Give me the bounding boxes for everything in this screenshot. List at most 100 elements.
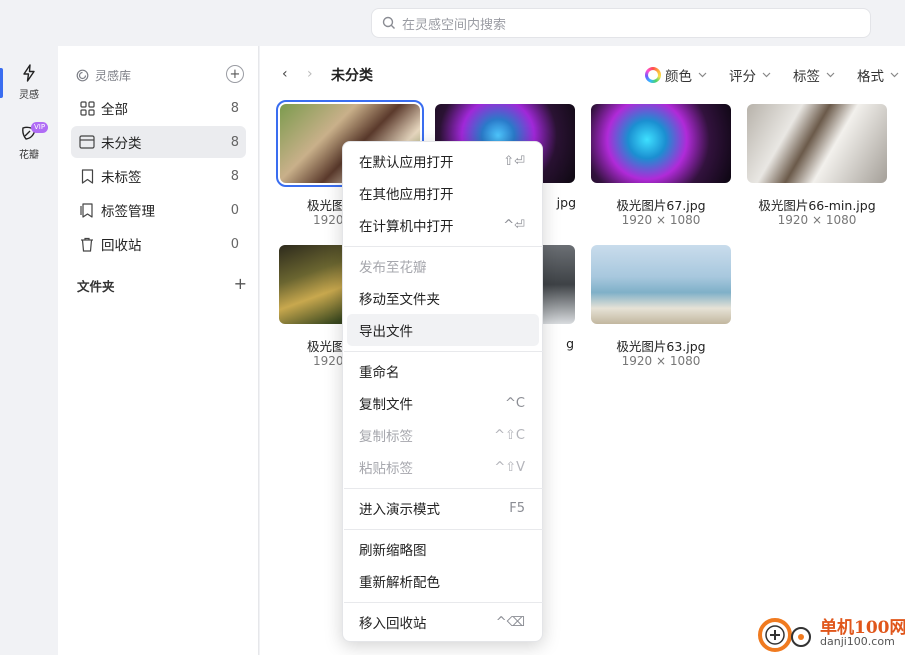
menu-divider (344, 351, 543, 352)
grid-icon (79, 100, 95, 116)
danji-logo-icon (758, 618, 811, 652)
back-arrow-icon[interactable]: ‹ (282, 66, 288, 82)
chevron-down-icon (698, 72, 707, 78)
menu-item-label: 进入演示模式 (359, 502, 440, 518)
left-rail: 灵感 VIP 花瓣 (0, 46, 58, 655)
menu-paste-tags: 粘贴标签 ^⇧V (347, 451, 539, 483)
image-thumbnail[interactable] (591, 245, 731, 324)
menu-refresh-thumbnail[interactable]: 刷新缩略图 (347, 533, 539, 565)
sidebar-item-label: 标签管理 (101, 204, 155, 220)
watermark-url: danji100.com (820, 635, 895, 648)
filter-rating-label: 评分 (729, 69, 756, 85)
sidebar-item-tag-manage[interactable]: 标签管理 0 (71, 194, 246, 226)
lightning-icon (23, 64, 35, 82)
filter-format[interactable]: 格式 (857, 65, 899, 85)
sidebar-item-untagged[interactable]: 未标签 8 (71, 160, 246, 192)
sidebar-item-label: 未分类 (101, 136, 142, 152)
sidebar-item-trash[interactable]: 回收站 0 (71, 228, 246, 260)
menu-item-label: 发布至花瓣 (359, 260, 427, 276)
library-icon (76, 69, 89, 81)
image-name: 极光图片67.jpg (616, 198, 706, 213)
menu-item-label: 移动至文件夹 (359, 292, 440, 308)
menu-item-label: 粘贴标签 (359, 461, 413, 477)
menu-export-file[interactable]: 导出文件 (347, 314, 539, 346)
add-library-button[interactable]: + (226, 65, 244, 83)
sidebar-item-count: 0 (230, 236, 239, 252)
filter-rating[interactable]: 评分 (729, 65, 771, 85)
image-name: 极光图片63.jpg (616, 339, 706, 354)
image-name: 极光图片66-min.jpg (758, 198, 876, 213)
sidebar-item-label: 回收站 (101, 238, 142, 254)
menu-item-label: 在计算机中打开 (359, 219, 454, 235)
menu-item-label: 复制标签 (359, 429, 413, 445)
folder-tray-icon (79, 134, 95, 150)
image-thumbnail[interactable] (591, 104, 731, 183)
sidebar-item-uncategorized[interactable]: 未分类 8 (71, 126, 246, 158)
image-size: 1920 × 1080 (777, 213, 857, 227)
folder-section-header: 文件夹 + (77, 274, 247, 295)
menu-item-shortcut: F5 (509, 500, 525, 516)
forward-arrow-icon[interactable]: › (307, 66, 313, 82)
menu-divider (344, 602, 543, 603)
menu-item-label: 在其他应用打开 (359, 187, 454, 203)
bookmark-icon (79, 168, 95, 184)
rail-item-inspiration[interactable]: 灵感 (0, 64, 58, 101)
chevron-down-icon (762, 72, 771, 78)
menu-divider (344, 529, 543, 530)
sidebar-item-count: 8 (230, 134, 239, 150)
menu-item-shortcut: ^C (505, 395, 525, 411)
menu-item-label: 导出文件 (359, 324, 413, 340)
search-input[interactable]: 在灵感空间内搜索 (371, 8, 871, 38)
sidebar-item-count: 0 (230, 202, 239, 218)
rail-label-inspiration: 灵感 (19, 90, 39, 101)
tag-manage-icon (79, 202, 95, 218)
image-size: 1920 × 1080 (621, 213, 701, 227)
top-bar: 在灵感空间内搜索 (0, 0, 905, 46)
menu-rename[interactable]: 重命名 (347, 355, 539, 387)
sidebar: 灵感库 + 全部 8 未分类 8 未标签 8 标签管理 0 回收站 0 文件夹 … (58, 46, 259, 655)
rail-item-petal[interactable]: VIP 花瓣 (0, 122, 58, 161)
menu-item-label: 重命名 (359, 365, 400, 381)
menu-copy-file[interactable]: 复制文件 ^C (347, 387, 539, 419)
library-title: 灵感库 (95, 68, 132, 83)
add-folder-button[interactable]: + (234, 274, 247, 293)
context-menu: 在默认应用打开 ⇧⏎ 在其他应用打开 在计算机中打开 ^⏎ 发布至花瓣 移动至文… (342, 141, 543, 642)
filter-tags[interactable]: 标签 (793, 65, 835, 85)
filter-color[interactable]: 颜色 (645, 65, 707, 85)
menu-reparse-colors[interactable]: 重新解析配色 (347, 565, 539, 597)
menu-open-default-app[interactable]: 在默认应用打开 ⇧⏎ (347, 145, 539, 177)
filter-color-label: 颜色 (665, 69, 692, 85)
menu-item-shortcut: ^⌫ (495, 614, 525, 630)
image-thumbnail[interactable] (747, 104, 887, 183)
sidebar-item-all[interactable]: 全部 8 (71, 92, 246, 124)
menu-item-label: 刷新缩略图 (359, 543, 427, 559)
menu-item-shortcut: ⇧⏎ (503, 153, 525, 169)
menu-open-other-app[interactable]: 在其他应用打开 (347, 177, 539, 209)
menu-copy-tags: 复制标签 ^⇧C (347, 419, 539, 451)
menu-item-label: 在默认应用打开 (359, 155, 454, 171)
search-icon (382, 16, 395, 29)
filter-format-label: 格式 (857, 69, 884, 85)
rail-label-petal: 花瓣 (19, 150, 39, 161)
menu-move-to-folder[interactable]: 移动至文件夹 (347, 282, 539, 314)
breadcrumb: 未分类 (331, 68, 373, 84)
sidebar-item-count: 8 (230, 100, 239, 116)
menu-open-in-computer[interactable]: 在计算机中打开 ^⏎ (347, 209, 539, 241)
menu-publish-to-petal: 发布至花瓣 (347, 250, 539, 282)
menu-item-label: 复制文件 (359, 397, 413, 413)
vip-badge: VIP (31, 122, 49, 133)
menu-item-shortcut: ^⇧C (494, 427, 525, 443)
menu-item-label: 移入回收站 (359, 616, 427, 632)
watermark-logo: 单机100网 danji100.com (757, 611, 905, 655)
sidebar-item-count: 8 (230, 168, 239, 184)
trash-icon (79, 236, 95, 252)
menu-presentation-mode[interactable]: 进入演示模式 F5 (347, 492, 539, 524)
menu-item-shortcut: ^⇧V (494, 459, 525, 475)
folder-title: 文件夹 (77, 279, 115, 294)
sidebar-item-label: 未标签 (101, 170, 142, 186)
chevron-down-icon (826, 72, 835, 78)
menu-move-to-trash[interactable]: 移入回收站 ^⌫ (347, 606, 539, 638)
color-wheel-icon (645, 67, 661, 83)
menu-item-shortcut: ^⏎ (503, 217, 525, 233)
search-placeholder: 在灵感空间内搜索 (402, 17, 507, 33)
